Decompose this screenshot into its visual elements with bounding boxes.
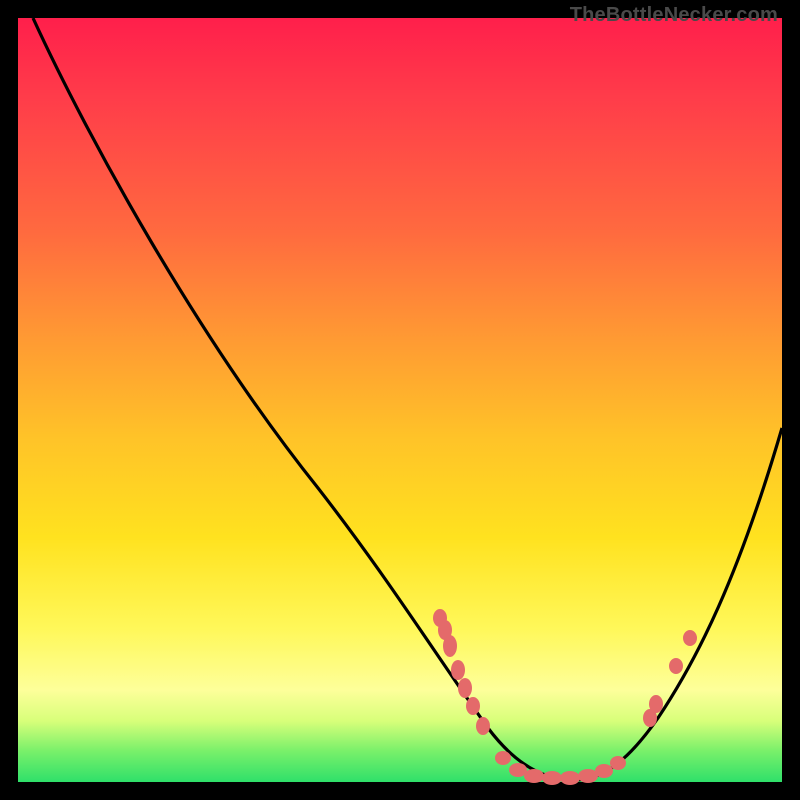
marker-dot	[524, 769, 544, 783]
marker-dot	[683, 630, 697, 646]
marker-dot	[443, 635, 457, 657]
marker-dot	[495, 751, 511, 765]
marker-dot	[610, 756, 626, 770]
marker-dot	[578, 769, 598, 783]
marker-dot	[451, 660, 465, 680]
marker-dot	[466, 697, 480, 715]
marker-dot	[458, 678, 472, 698]
marker-group	[433, 609, 697, 785]
marker-dot	[595, 764, 613, 778]
watermark-text: TheBottleNecker.com	[570, 4, 778, 27]
marker-dot	[669, 658, 683, 674]
marker-dot	[649, 695, 663, 713]
curve-layer	[18, 18, 782, 782]
marker-dot	[542, 771, 562, 785]
marker-dot	[476, 717, 490, 735]
chart-frame	[18, 18, 782, 782]
marker-dot	[560, 771, 580, 785]
